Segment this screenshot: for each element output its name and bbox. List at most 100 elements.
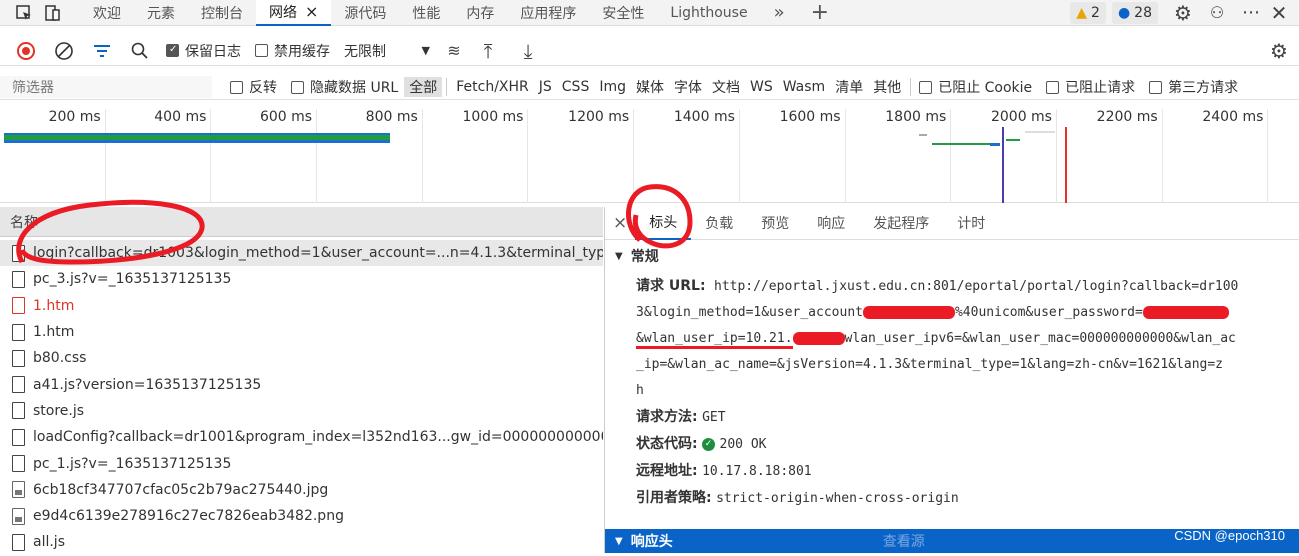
timeline-bar-gray (919, 134, 927, 136)
tab-label: 元素 (147, 5, 175, 22)
collapse-arrow-icon: ▼ (615, 535, 623, 547)
tab-label: 网络 (269, 4, 297, 21)
detail-tab-4[interactable]: 发起程序 (859, 207, 943, 240)
filter-type-3[interactable]: CSS (557, 79, 595, 95)
timeline-tick: 1800 ms (846, 109, 952, 203)
document-file-icon (12, 402, 25, 420)
network-conditions-icon[interactable]: ≋ (440, 38, 468, 64)
dropdown-arrow-icon: ▼ (421, 44, 430, 57)
tab-label: 内存 (466, 5, 495, 22)
settings-gear-icon[interactable]: ⚙ (1169, 0, 1197, 26)
filter-input[interactable]: 筛选器 (0, 76, 212, 98)
network-settings-icon[interactable]: ⚙ (1265, 38, 1293, 64)
feedback-icon[interactable]: ⚇ (1203, 0, 1231, 26)
close-detail-icon[interactable]: × (605, 207, 635, 240)
request-name: loadConfig?callback=dr1001&program_index… (33, 429, 603, 446)
blocked-requests-checkbox[interactable]: 已阻止请求 (1046, 77, 1135, 97)
tab-label: Lighthouse (670, 4, 748, 21)
name-column-header[interactable]: 名称 (0, 207, 603, 237)
device-toolbar-icon[interactable] (38, 0, 66, 26)
request-row[interactable]: b80.css (0, 345, 603, 371)
filter-type-8[interactable]: WS (745, 79, 778, 95)
divider (446, 78, 448, 96)
document-file-icon (12, 376, 25, 394)
invert-checkbox[interactable]: 反转 (230, 77, 277, 97)
more-options-icon[interactable]: ⋯ (1237, 0, 1265, 26)
request-row[interactable]: 6cb18cf347707cfac05c2b79ac275440.jpg (0, 477, 603, 503)
record-icon[interactable] (12, 38, 40, 64)
filter-icon[interactable] (88, 38, 116, 64)
filter-type-9[interactable]: Wasm (778, 79, 830, 95)
disable-cache-checkbox[interactable]: 禁用缓存 (255, 41, 330, 61)
request-row[interactable]: login?callback=dr1003&login_method=1&use… (0, 240, 603, 267)
hide-data-url-checkbox[interactable]: 隐藏数据 URL (291, 77, 398, 97)
add-tab-icon[interactable]: + (798, 0, 842, 26)
filter-type-11[interactable]: 其他 (868, 77, 906, 97)
tab-label: 安全性 (602, 5, 645, 22)
timeline-tick: 800 ms (317, 109, 423, 203)
preserve-log-checkbox[interactable]: 保留日志 (166, 41, 241, 61)
checkbox-icon (1149, 80, 1163, 94)
close-devtools-icon[interactable]: ✕ (1265, 0, 1293, 26)
timeline-bar-blue2 (990, 143, 1000, 146)
tab-4[interactable]: 源代码 (331, 0, 399, 26)
request-name: pc_3.js?v=_1635137125135 (33, 271, 232, 288)
tab-8[interactable]: 安全性 (589, 0, 657, 26)
import-har-icon[interactable]: ⤒ (474, 38, 502, 64)
request-row[interactable]: all.js (0, 529, 603, 555)
request-row[interactable]: e9d4c6139e278916c27ec7826eab3482.png (0, 503, 603, 529)
request-row[interactable]: pc_3.js?v=_1635137125135 (0, 266, 603, 292)
tab-7[interactable]: 应用程序 (507, 0, 589, 26)
request-row[interactable]: loadConfig?callback=dr1001&program_index… (0, 424, 603, 450)
timeline-overview[interactable]: 200 ms 400 ms 600 ms 800 ms 1000 ms 1200 ms 14… (0, 103, 1299, 203)
detail-tab-2[interactable]: 预览 (747, 207, 803, 240)
filter-type-10[interactable]: 清单 (830, 77, 868, 97)
document-file-icon (12, 533, 25, 551)
clear-icon[interactable] (50, 38, 78, 64)
remote-address-row: 远程地址: 10.17.8.18:801 (636, 463, 812, 479)
warnings-badge[interactable]: ▲ 2 (1070, 1, 1106, 24)
detail-tab-5[interactable]: 计时 (943, 207, 999, 240)
message-icon: ● (1117, 4, 1131, 21)
more-tabs-icon[interactable]: » (761, 0, 798, 26)
tab-6[interactable]: 内存 (453, 0, 507, 26)
request-row[interactable]: store.js (0, 398, 603, 424)
blocked-cookies-checkbox[interactable]: 已阻止 Cookie (919, 77, 1032, 97)
request-row[interactable]: 1.htm (0, 319, 603, 345)
third-party-checkbox[interactable]: 第三方请求 (1149, 77, 1238, 97)
filter-type-2[interactable]: JS (534, 79, 557, 95)
filter-type-7[interactable]: 文档 (707, 77, 745, 97)
filter-type-4[interactable]: Img (594, 79, 631, 95)
filter-type-6[interactable]: 字体 (669, 77, 707, 97)
divider (910, 78, 912, 96)
filter-type-0[interactable]: 全部 (404, 77, 443, 97)
messages-badge[interactable]: ● 28 (1111, 1, 1158, 24)
tab-5[interactable]: 性能 (399, 0, 453, 26)
redaction-mark (862, 306, 955, 319)
tab-3[interactable]: 网络 × (256, 0, 332, 26)
request-name: 6cb18cf347707cfac05c2b79ac275440.jpg (33, 481, 329, 498)
export-har-icon[interactable]: ⤓ (514, 38, 542, 64)
tab-9[interactable]: Lighthouse (657, 0, 760, 26)
request-row[interactable]: 1.htm (0, 293, 603, 319)
tab-0[interactable]: 欢迎 (80, 0, 134, 26)
inspect-element-icon[interactable] (10, 0, 38, 26)
tab-label: 欢迎 (93, 5, 121, 22)
throttling-select[interactable]: 无限制 ▼ (344, 41, 430, 61)
detail-tab-3[interactable]: 响应 (803, 207, 859, 240)
close-tab-icon[interactable]: × (305, 2, 318, 21)
filter-type-5[interactable]: 媒体 (631, 77, 669, 97)
tab-1[interactable]: 元素 (134, 0, 188, 26)
request-row[interactable]: pc_1.js?v=_1635137125135 (0, 450, 603, 476)
warning-icon: ▲ (1076, 4, 1088, 21)
detail-tab-0[interactable]: 标头 (635, 207, 692, 240)
request-name: login?callback=dr1003&login_method=1&use… (33, 245, 603, 262)
search-icon[interactable] (126, 38, 154, 64)
detail-tab-1[interactable]: 负载 (691, 207, 747, 240)
request-row[interactable]: a41.js?version=1635137125135 (0, 371, 603, 397)
tab-2[interactable]: 控制台 (188, 0, 256, 26)
general-section-header[interactable]: ▼ 常规 (605, 244, 1299, 268)
view-source-link[interactable]: 查看源 (883, 531, 925, 551)
timeline-tick: 1200 ms (529, 109, 635, 203)
filter-type-1[interactable]: Fetch/XHR (451, 79, 534, 95)
